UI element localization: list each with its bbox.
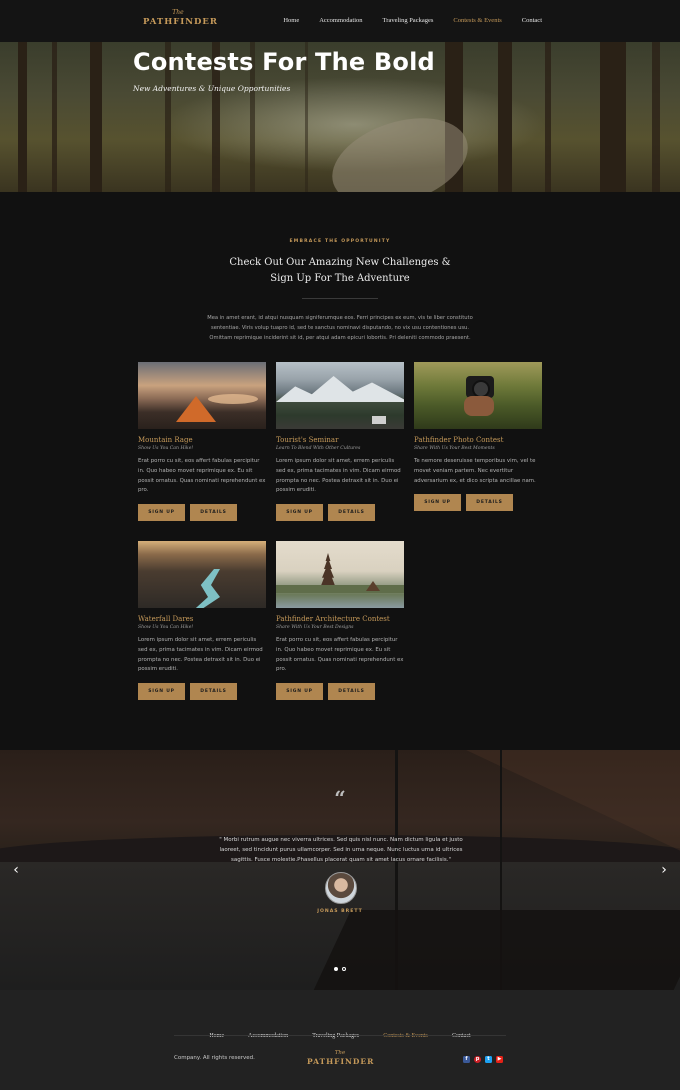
card-image-river-valley[interactable] <box>138 541 266 608</box>
section-title: Check Out Our Amazing New Challenges & S… <box>0 255 680 287</box>
slider-dot-2[interactable] <box>342 967 346 971</box>
pinterest-icon[interactable]: p <box>474 1056 481 1063</box>
sign-up-button[interactable]: SIGN UP <box>138 504 185 522</box>
quote-icon: “ <box>334 786 346 810</box>
event-card: Pathfinder Photo Contest Share With Us Y… <box>414 362 542 512</box>
footer-nav-accommodation[interactable]: Accommodation <box>248 1033 288 1039</box>
card-text: Lorem ipsum dolor sit amet, errem pericu… <box>276 458 401 494</box>
footer-divider <box>174 1035 506 1036</box>
hero-title: Contests For The Bold <box>133 48 435 76</box>
event-card: Tourist's Seminar Learn To Blend With Ot… <box>276 362 404 522</box>
testimonial-author: JONAS BRETT <box>317 909 363 914</box>
brand-logo[interactable]: The PATHFINDER <box>143 10 218 32</box>
card-title[interactable]: Tourist's Seminar <box>276 436 404 444</box>
nav-item-accommodation[interactable]: Accommodation <box>319 17 362 24</box>
testimonial-text: " Morbi rutrum augue nec viverra ultrice… <box>219 837 463 864</box>
event-card: Mountain Rage Show Us You Can Hike! Erat… <box>138 362 266 522</box>
card-title[interactable]: Waterfall Dares <box>138 615 266 623</box>
card-subtitle: Share With Us Your Best Moments <box>414 446 495 451</box>
details-button[interactable]: DETAILS <box>328 683 375 701</box>
social-links: f p t ▶ <box>463 1056 503 1063</box>
details-button[interactable]: DETAILS <box>190 683 237 701</box>
details-button[interactable]: DETAILS <box>190 504 237 522</box>
sign-up-button[interactable]: SIGN UP <box>414 494 461 512</box>
copyright-text: Company. All rights reserved. <box>174 1055 255 1061</box>
card-subtitle: Share With Us Your Best Designs <box>276 625 354 630</box>
site-header: The PATHFINDER Home Accommodation Travel… <box>0 0 680 42</box>
chevron-right-icon[interactable]: › <box>658 862 670 878</box>
section-divider <box>302 298 378 299</box>
card-subtitle: Show Us You Can Hike! <box>138 625 194 630</box>
nav-item-traveling-packages[interactable]: Traveling Packages <box>383 17 434 24</box>
card-text: Lorem ipsum dolor sit amet, errem pericu… <box>138 637 263 673</box>
footer-nav-traveling-packages[interactable]: Traveling Packages <box>312 1033 359 1039</box>
facebook-icon[interactable]: f <box>463 1056 470 1063</box>
section-description: Mea in amet erant, id atqui nusquam sign… <box>207 315 473 342</box>
section-kicker: EMBRACE THE OPPORTUNITY <box>289 239 391 244</box>
details-button[interactable]: DETAILS <box>466 494 513 512</box>
youtube-icon[interactable]: ▶ <box>496 1056 503 1063</box>
footer-nav-home[interactable]: Home <box>209 1033 224 1039</box>
card-image-tent-lake[interactable] <box>138 362 266 429</box>
card-title[interactable]: Mountain Rage <box>138 436 266 444</box>
nav-item-contests-events[interactable]: Contests & Events <box>453 17 501 24</box>
card-image-mountain-road[interactable] <box>276 362 404 429</box>
card-title[interactable]: Pathfinder Photo Contest <box>414 436 542 444</box>
nav-item-contact[interactable]: Contact <box>522 17 542 24</box>
chevron-left-icon[interactable]: ‹ <box>10 862 22 878</box>
twitter-icon[interactable]: t <box>485 1056 492 1063</box>
hero-subtitle: New Adventures & Unique Opportunities <box>133 84 291 93</box>
slider-pagination <box>334 967 346 971</box>
details-button[interactable]: DETAILS <box>328 504 375 522</box>
sign-up-button[interactable]: SIGN UP <box>276 683 323 701</box>
card-subtitle: Learn To Blend With Other Cultures <box>276 446 361 451</box>
event-card: Waterfall Dares Show Us You Can Hike! Lo… <box>138 541 266 701</box>
footer-nav-contact[interactable]: Contact <box>452 1033 471 1039</box>
footer-logo-name: PATHFINDER <box>307 1057 375 1066</box>
avatar <box>325 872 357 904</box>
card-text: Erat porro cu sit, eos affert fabulas pe… <box>138 458 266 494</box>
footer-logo[interactable]: The PATHFINDER <box>307 1050 373 1067</box>
footer-nav-contests-events[interactable]: Contests & Events <box>383 1033 428 1039</box>
nav-item-home[interactable]: Home <box>283 17 299 24</box>
section-title-line1: Check Out Our Amazing New Challenges & <box>229 257 451 268</box>
logo-name: PATHFINDER <box>143 17 218 27</box>
card-text: Te nemore deseruisse temporibus vim, vel… <box>414 458 536 484</box>
card-subtitle: Show Us You Can Hike! <box>138 446 194 451</box>
card-image-temple[interactable] <box>276 541 404 608</box>
card-title[interactable]: Pathfinder Architecture Contest <box>276 615 404 623</box>
card-image-camera[interactable] <box>414 362 542 429</box>
slider-dot-1[interactable] <box>334 967 338 971</box>
event-card: Pathfinder Architecture Contest Share Wi… <box>276 541 404 701</box>
section-title-line2: Sign Up For The Adventure <box>270 273 410 284</box>
sign-up-button[interactable]: SIGN UP <box>138 683 185 701</box>
sign-up-button[interactable]: SIGN UP <box>276 504 323 522</box>
card-text: Erat porro cu sit, eos affert fabulas pe… <box>276 637 404 673</box>
main-nav: Home Accommodation Traveling Packages Co… <box>263 17 542 24</box>
footer-nav: Home Accommodation Traveling Packages Co… <box>0 1022 680 1041</box>
